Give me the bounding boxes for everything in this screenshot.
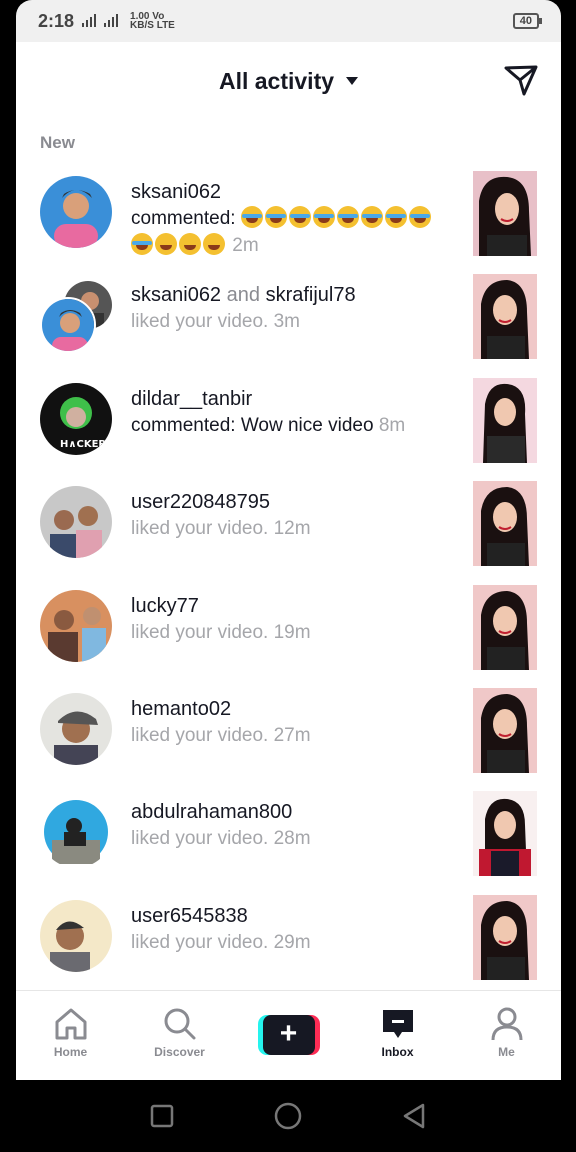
notification-row[interactable]: user6545838 liked your video. 29m [16, 892, 561, 995]
notification-message: liked your video. [131, 828, 269, 850]
avatar[interactable] [40, 692, 112, 765]
tab-label: Inbox [381, 1045, 414, 1059]
network-speed: 1.00 Vo KB/S LTE [130, 11, 175, 31]
notification-row[interactable]: sksani062 commented: 2m [16, 168, 561, 271]
notification-text: abdulrahaman800 liked your video. 28m [131, 799, 461, 852]
notification-row[interactable]: hemanto02 liked your video. 27m [16, 685, 561, 788]
avatar[interactable] [40, 297, 96, 354]
notification-time: 28m [273, 828, 311, 850]
home-icon [55, 1008, 86, 1040]
video-thumbnail[interactable] [473, 171, 537, 256]
notification-time: 19m [273, 621, 311, 643]
video-thumbnail[interactable] [473, 894, 537, 980]
status-time: 2:18 [38, 10, 75, 31]
direct-message-icon[interactable] [503, 62, 539, 98]
notification-row[interactable]: user220848795 liked your video. 12m [16, 478, 561, 581]
avatar[interactable] [40, 899, 112, 972]
tab-label: Discover [154, 1045, 205, 1059]
notification-text: sksani062 commented: 2m [131, 179, 461, 259]
notification-message: commented: [131, 208, 236, 229]
username[interactable]: skrafijul78 [266, 284, 356, 306]
video-thumbnail[interactable] [473, 584, 537, 670]
avatar[interactable] [40, 589, 112, 662]
avatar[interactable] [40, 176, 112, 248]
svg-text:H∧CKER: H∧CKER [60, 439, 106, 450]
header: All activity [16, 42, 561, 120]
signal-icon [82, 14, 119, 27]
and-text: and [226, 284, 260, 307]
battery-indicator: 40 [512, 13, 543, 29]
tab-inbox[interactable]: Inbox [343, 991, 452, 1080]
avatar-group[interactable] [40, 279, 114, 354]
username[interactable]: sksani062 [131, 284, 221, 306]
notification-row[interactable]: lucky77 liked your video. 19m [16, 582, 561, 685]
notification-text: user220848795 liked your video. 12m [131, 489, 461, 542]
avatar[interactable] [40, 486, 112, 559]
username[interactable]: hemanto02 [131, 696, 461, 722]
recent-apps-icon[interactable] [149, 1103, 175, 1129]
tab-me[interactable]: Me [452, 991, 561, 1080]
notification-text: hemanto02 liked your video. 27m [131, 696, 461, 749]
notification-message: liked your video. [131, 311, 269, 333]
username[interactable]: lucky77 [131, 593, 461, 619]
bottom-tab-bar: Home Discover + Inbox Me [16, 990, 561, 1080]
notification-time: 29m [273, 931, 311, 953]
notification-time: 3m [273, 311, 300, 333]
notification-time: 27m [273, 724, 311, 746]
tab-create[interactable]: + [234, 991, 343, 1080]
notification-time: 8m [378, 414, 406, 436]
page-title: All activity [218, 67, 335, 94]
video-thumbnail[interactable] [473, 791, 537, 877]
notification-message: liked your video. [131, 518, 269, 540]
notification-row[interactable]: H∧CKER dildar__tanbir commented: Wow nic… [16, 375, 561, 478]
video-thumbnail[interactable] [473, 687, 537, 773]
notification-message: liked your video. [131, 931, 269, 953]
inbox-icon [382, 1010, 413, 1038]
notification-text: sksani062 and skrafijul78 liked your vid… [131, 282, 461, 335]
username[interactable]: sksani062 [131, 179, 461, 205]
tab-discover[interactable]: Discover [125, 991, 234, 1080]
home-circle-icon[interactable] [273, 1101, 303, 1131]
section-label-new: New [40, 133, 75, 152]
username[interactable]: user6545838 [131, 903, 461, 929]
notification-message: commented: Wow nice video [131, 414, 374, 436]
username[interactable]: user220848795 [131, 489, 461, 515]
username[interactable]: abdulrahaman800 [131, 799, 461, 825]
profile-icon [491, 1007, 522, 1041]
video-thumbnail[interactable] [473, 377, 537, 463]
notification-text: lucky77 liked your video. 19m [131, 593, 461, 646]
activity-screen: All activity New sksani062 commented: 2m [16, 42, 561, 1080]
plus-icon: + [262, 1015, 315, 1055]
emoji-laughing-icon [240, 206, 433, 229]
system-navigation-bar [0, 1080, 576, 1152]
notification-time: 2m [232, 235, 259, 256]
notification-message: liked your video. [131, 621, 269, 643]
avatar[interactable]: H∧CKER [40, 382, 112, 455]
notification-text: dildar__tanbir commented: Wow nice video… [131, 386, 461, 439]
emoji-rofl-icon [131, 233, 227, 256]
video-thumbnail[interactable] [473, 274, 537, 360]
search-icon [164, 1008, 195, 1040]
username[interactable]: dildar__tanbir [131, 386, 461, 412]
back-icon[interactable] [401, 1102, 427, 1130]
notification-time: 12m [273, 518, 311, 540]
notification-row[interactable]: abdulrahaman800 liked your video. 28m [16, 788, 561, 891]
create-video-button[interactable]: + [257, 1015, 320, 1055]
video-thumbnail[interactable] [473, 481, 537, 567]
avatar[interactable] [40, 796, 112, 869]
tab-home[interactable]: Home [16, 991, 125, 1080]
tab-label: Me [498, 1045, 515, 1059]
notification-message: liked your video. [131, 724, 269, 746]
caret-down-icon [346, 77, 359, 85]
tab-label: Home [53, 1045, 88, 1059]
activity-filter-dropdown[interactable]: All activity [218, 67, 359, 95]
notification-row[interactable]: sksani062 and skrafijul78 liked your vid… [16, 271, 561, 374]
status-bar: 2:18 1.00 Vo KB/S LTE 40 [16, 0, 561, 42]
notification-text: user6545838 liked your video. 29m [131, 903, 461, 956]
